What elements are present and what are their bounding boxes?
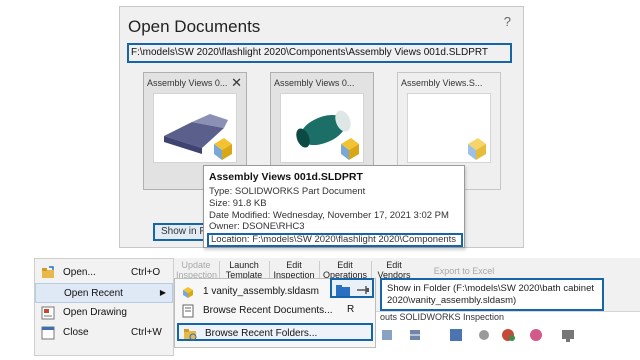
tooltip-title: Assembly Views 001d.SLDPRT (209, 171, 363, 183)
help-button[interactable]: ? (504, 14, 511, 29)
document-path-field: F:\models\SW 2020\flashlight 2020\Compon… (127, 43, 512, 63)
menu-item-shortcut: Ctrl+O (131, 267, 161, 278)
tooltip-date-modified: Date Modified: Wednesday, November 17, 2… (209, 210, 449, 221)
tooltip-owner: Owner: DSONE\RHC3 (209, 221, 305, 231)
menu-item-open-recent[interactable]: Open Recent ▶ (35, 283, 173, 303)
accelerator-key: R (347, 304, 355, 315)
view-orientation-icon (382, 330, 392, 340)
export-to-excel-button[interactable]: Export to Excel (424, 266, 504, 276)
command-manager-tabs[interactable]: outs SOLIDWORKS Inspection (380, 312, 540, 322)
browse-recent-documents-label: Browse Recent Documents... (203, 305, 333, 316)
show-in-folder-pin-buttons (330, 278, 374, 298)
edit-vendors-button[interactable]: Edit Vendors (374, 260, 414, 280)
open-folder-icon (41, 266, 55, 280)
part-thumbnail[interactable] (153, 93, 237, 163)
menu-item-label: Open Recent (64, 288, 123, 299)
view-settings-icon (562, 330, 574, 342)
browse-recent-folders[interactable]: Browse Recent Folders... (177, 323, 373, 341)
tooltip-size: Size: 91.8 KB (209, 198, 267, 209)
document-card-title: Assembly Views 0... (274, 78, 355, 88)
browse-recent-folders-label: Browse Recent Folders... (205, 328, 318, 339)
menu-item-shortcut: Ctrl+W (131, 327, 162, 338)
chevron-right-icon: ▶ (159, 288, 166, 297)
drawing-icon (41, 306, 55, 320)
part-thumbnail[interactable] (407, 93, 491, 163)
section-view-icon (410, 330, 420, 340)
pin-icon[interactable] (356, 283, 370, 301)
folder-icon[interactable] (336, 283, 350, 301)
browse-folders-icon (183, 327, 197, 341)
part-thumbnail[interactable] (280, 93, 364, 163)
assembly-icon (181, 285, 195, 299)
dialog-title: Open Documents (128, 17, 261, 36)
tooltip-location: Location: F:\models\SW 2020\flashlight 2… (207, 233, 463, 247)
launch-template-button[interactable]: Launch Template (222, 260, 266, 280)
show-in-folder-tooltip: Show in Folder (F:\models\SW 2020\bath c… (380, 278, 604, 311)
update-inspection-button[interactable]: Update Inspection (176, 260, 217, 280)
display-style-icon (450, 329, 462, 341)
document-info-tooltip: Assembly Views 001d.SLDPRT Type: SOLIDWO… (203, 165, 465, 248)
edit-inspection-button[interactable]: Edit Inspection (272, 260, 316, 280)
menu-item-label: Open Drawing (63, 307, 127, 318)
hide-show-icon (479, 330, 489, 340)
scene-icon (530, 329, 542, 341)
close-icon[interactable]: ✕ (231, 75, 242, 91)
menu-item-close[interactable]: Close Ctrl+W (35, 323, 173, 343)
menu-item-open[interactable]: Open... Ctrl+O (35, 263, 173, 283)
document-card-title: Assembly Views 0... (147, 78, 228, 88)
menu-item-label: Close (63, 327, 89, 338)
appearance-icon (502, 329, 515, 341)
browse-recent-documents[interactable]: Browse Recent Documents... (177, 302, 373, 320)
file-menu: Open... Ctrl+O Open Recent ▶ Open Drawin… (34, 258, 174, 356)
document-card-title: Assembly Views.S... (401, 78, 483, 88)
browse-docs-icon (181, 304, 195, 318)
menu-item-label: Open... (63, 267, 96, 278)
edit-operations-button[interactable]: Edit Operations (322, 260, 368, 280)
close-doc-icon (41, 326, 55, 340)
view-toolbar (376, 326, 640, 346)
recent-document-label: 1 vanity_assembly.sldasm (203, 286, 319, 297)
menu-item-open-drawing[interactable]: Open Drawing (35, 303, 173, 323)
tooltip-type: Type: SOLIDWORKS Part Document (209, 186, 366, 197)
